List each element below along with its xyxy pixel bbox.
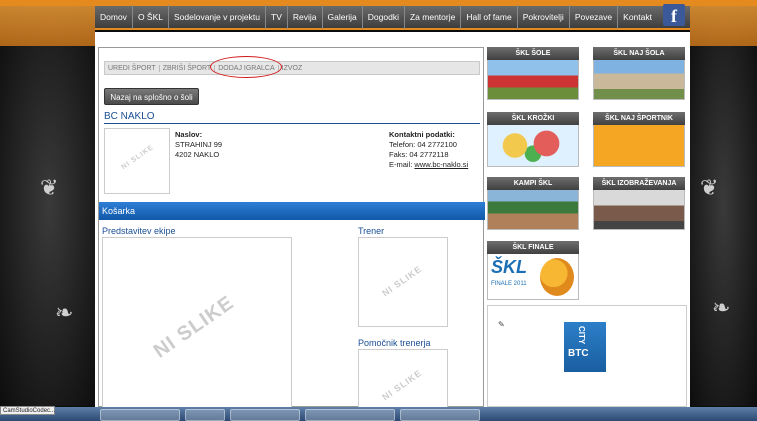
contact-phone: Telefon: 04 2772100 <box>389 140 457 149</box>
finale-logo-text: ŠKL <box>491 257 527 277</box>
tab-uredi-sport[interactable]: UREDI ŠPORT <box>105 64 160 72</box>
swirl-decoration: ❧ <box>712 295 731 320</box>
nav-item-povezave[interactable]: Povezave <box>570 5 619 29</box>
btc-logo-text: BTC <box>568 348 589 359</box>
sidebar-card-skl-izobrazevanja[interactable]: ŠKL IZOBRAŽEVANJA <box>593 177 685 230</box>
admin-tabs: UREDI ŠPORT ZBRIŠI ŠPORT DODAJ IGRALCA I… <box>104 61 480 75</box>
main-nav: Domov O ŠKL Sodelovanje v projektu TV Re… <box>95 5 690 30</box>
btc-city-logo[interactable]: BTC CITY <box>564 322 606 372</box>
nav-item-galerija[interactable]: Galerija <box>323 5 363 29</box>
card-title: ŠKL FINALE <box>487 241 579 254</box>
team-section-title: Predstavitev ekipe <box>102 226 176 236</box>
card-title: KAMPI ŠKL <box>487 177 579 190</box>
card-title: ŠKL KROŽKI <box>487 112 579 125</box>
taskbar-button[interactable] <box>305 409 395 421</box>
facebook-icon[interactable]: f <box>663 4 685 26</box>
address-block: Naslov: STRAHINJ 99 4202 NAKLO <box>175 130 222 160</box>
taskbar-label[interactable]: CamStudioCodec... <box>0 406 55 415</box>
swirl-decoration: ❧ <box>55 300 74 325</box>
taskbar-button[interactable] <box>230 409 300 421</box>
swirl-decoration: ❦ <box>700 175 719 200</box>
nav-item-kontakt[interactable]: Kontakt <box>618 5 657 29</box>
coach-section-title: Trener <box>358 226 385 236</box>
highlight-circle <box>210 56 282 78</box>
sidebar-card-skl-naj-sola[interactable]: ŠKL NAJ ŠOLA <box>593 47 685 100</box>
nav-item-tv[interactable]: TV <box>266 5 288 29</box>
contact-block: Kontaktni podatki: Telefon: 04 2772100 F… <box>389 130 468 170</box>
orange-band-right <box>690 6 757 46</box>
card-title: ŠKL NAJ ŠPORTNIK <box>593 112 685 125</box>
nav-item-domov[interactable]: Domov <box>95 5 133 29</box>
sponsor-box: ✎ BTC CITY <box>487 305 687 407</box>
painted-hands-photo <box>487 125 579 167</box>
page-content: UREDI ŠPORT ZBRIŠI ŠPORT DODAJ IGRALCA I… <box>95 32 690 409</box>
finale-year: FINALE 2011 <box>491 281 527 287</box>
back-button[interactable]: Nazaj na splošno o šoli <box>104 88 199 105</box>
page-title: BC NAKLO <box>104 111 480 124</box>
coach-photo-placeholder: NI SLIKE <box>358 237 448 327</box>
sidebar-card-skl-sole[interactable]: ŠKL ŠOLE <box>487 47 579 100</box>
no-image-text: NI SLIKE <box>380 263 424 299</box>
main-panel: UREDI ŠPORT ZBRIŠI ŠPORT DODAJ IGRALCA I… <box>98 47 485 409</box>
taskbar-button[interactable] <box>185 409 225 421</box>
nav-item-hall-of-fame[interactable]: Hall of fame <box>461 5 518 29</box>
club-logo-placeholder: NI SLIKE <box>104 128 170 194</box>
card-title: ŠKL ŠOLE <box>487 47 579 60</box>
taskbar-button[interactable] <box>400 409 480 421</box>
sidebar-card-skl-naj-sportnik[interactable]: ŠKL NAJ ŠPORTNIK <box>593 112 685 167</box>
nav-item-sodelovanje[interactable]: Sodelovanje v projektu <box>169 5 266 29</box>
finale-logo: ŠKL FINALE 2011 <box>487 254 579 300</box>
taskbar-button[interactable] <box>100 409 180 421</box>
nav-item-revija[interactable]: Revija <box>288 5 323 29</box>
sport-header: Košarka <box>99 202 485 220</box>
camp-photo <box>487 190 579 230</box>
no-image-text: NI SLIKE <box>149 291 239 363</box>
card-title: ŠKL NAJ ŠOLA <box>593 47 685 60</box>
contact-label: Kontaktni podatki: <box>389 130 455 139</box>
no-image-text: NI SLIKE <box>120 143 156 172</box>
address-label: Naslov: <box>175 130 203 139</box>
tab-izvoz[interactable]: IZVOZ <box>279 65 306 72</box>
mascot-icon <box>540 258 574 296</box>
swirl-decoration: ❦ <box>40 175 59 200</box>
orange-band-left <box>0 6 95 46</box>
sidebar-card-skl-finale[interactable]: ŠKL FINALE ŠKL FINALE 2011 <box>487 241 579 300</box>
team-photo-placeholder: NI SLIKE <box>102 237 292 409</box>
assistant-section-title: Pomočnik trenerja <box>358 338 431 348</box>
school-photo <box>487 60 579 100</box>
trophy-icon <box>593 125 685 167</box>
contact-fax: Faks: 04 2772118 <box>389 150 449 159</box>
background-left <box>0 6 98 406</box>
edit-pencil-icon[interactable]: ✎ <box>498 320 505 329</box>
contact-email-row: E-mail: www.bc-naklo.si <box>389 160 468 170</box>
training-photo <box>593 190 685 230</box>
email-link[interactable]: www.bc-naklo.si <box>414 160 468 169</box>
sidebar: ŠKL ŠOLE ŠKL NAJ ŠOLA ŠKL KROŽKI ŠKL NAJ… <box>487 47 687 407</box>
sidebar-card-skl-krozki[interactable]: ŠKL KROŽKI <box>487 112 579 167</box>
nav-item-pokrovitelji[interactable]: Pokrovitelji <box>518 5 570 29</box>
card-title: ŠKL IZOBRAŽEVANJA <box>593 177 685 190</box>
address-street: STRAHINJ 99 <box>175 140 223 149</box>
background-right <box>690 6 757 406</box>
nav-item-dogodki[interactable]: Dogodki <box>363 5 405 29</box>
school-photo <box>593 60 685 100</box>
tab-zbrisi-sport[interactable]: ZBRIŠI ŠPORT <box>160 64 216 72</box>
email-label: E-mail: <box>389 160 415 169</box>
assistant-photo-placeholder: NI SLIKE <box>358 349 448 409</box>
btc-city-text: CITY <box>577 326 586 345</box>
nav-item-o-skl[interactable]: O ŠKL <box>133 5 169 29</box>
nav-item-za-mentorje[interactable]: Za mentorje <box>405 5 462 29</box>
address-city: 4202 NAKLO <box>175 150 220 159</box>
no-image-text: NI SLIKE <box>380 367 424 403</box>
sidebar-card-kampi-skl[interactable]: KAMPI ŠKL <box>487 177 579 230</box>
